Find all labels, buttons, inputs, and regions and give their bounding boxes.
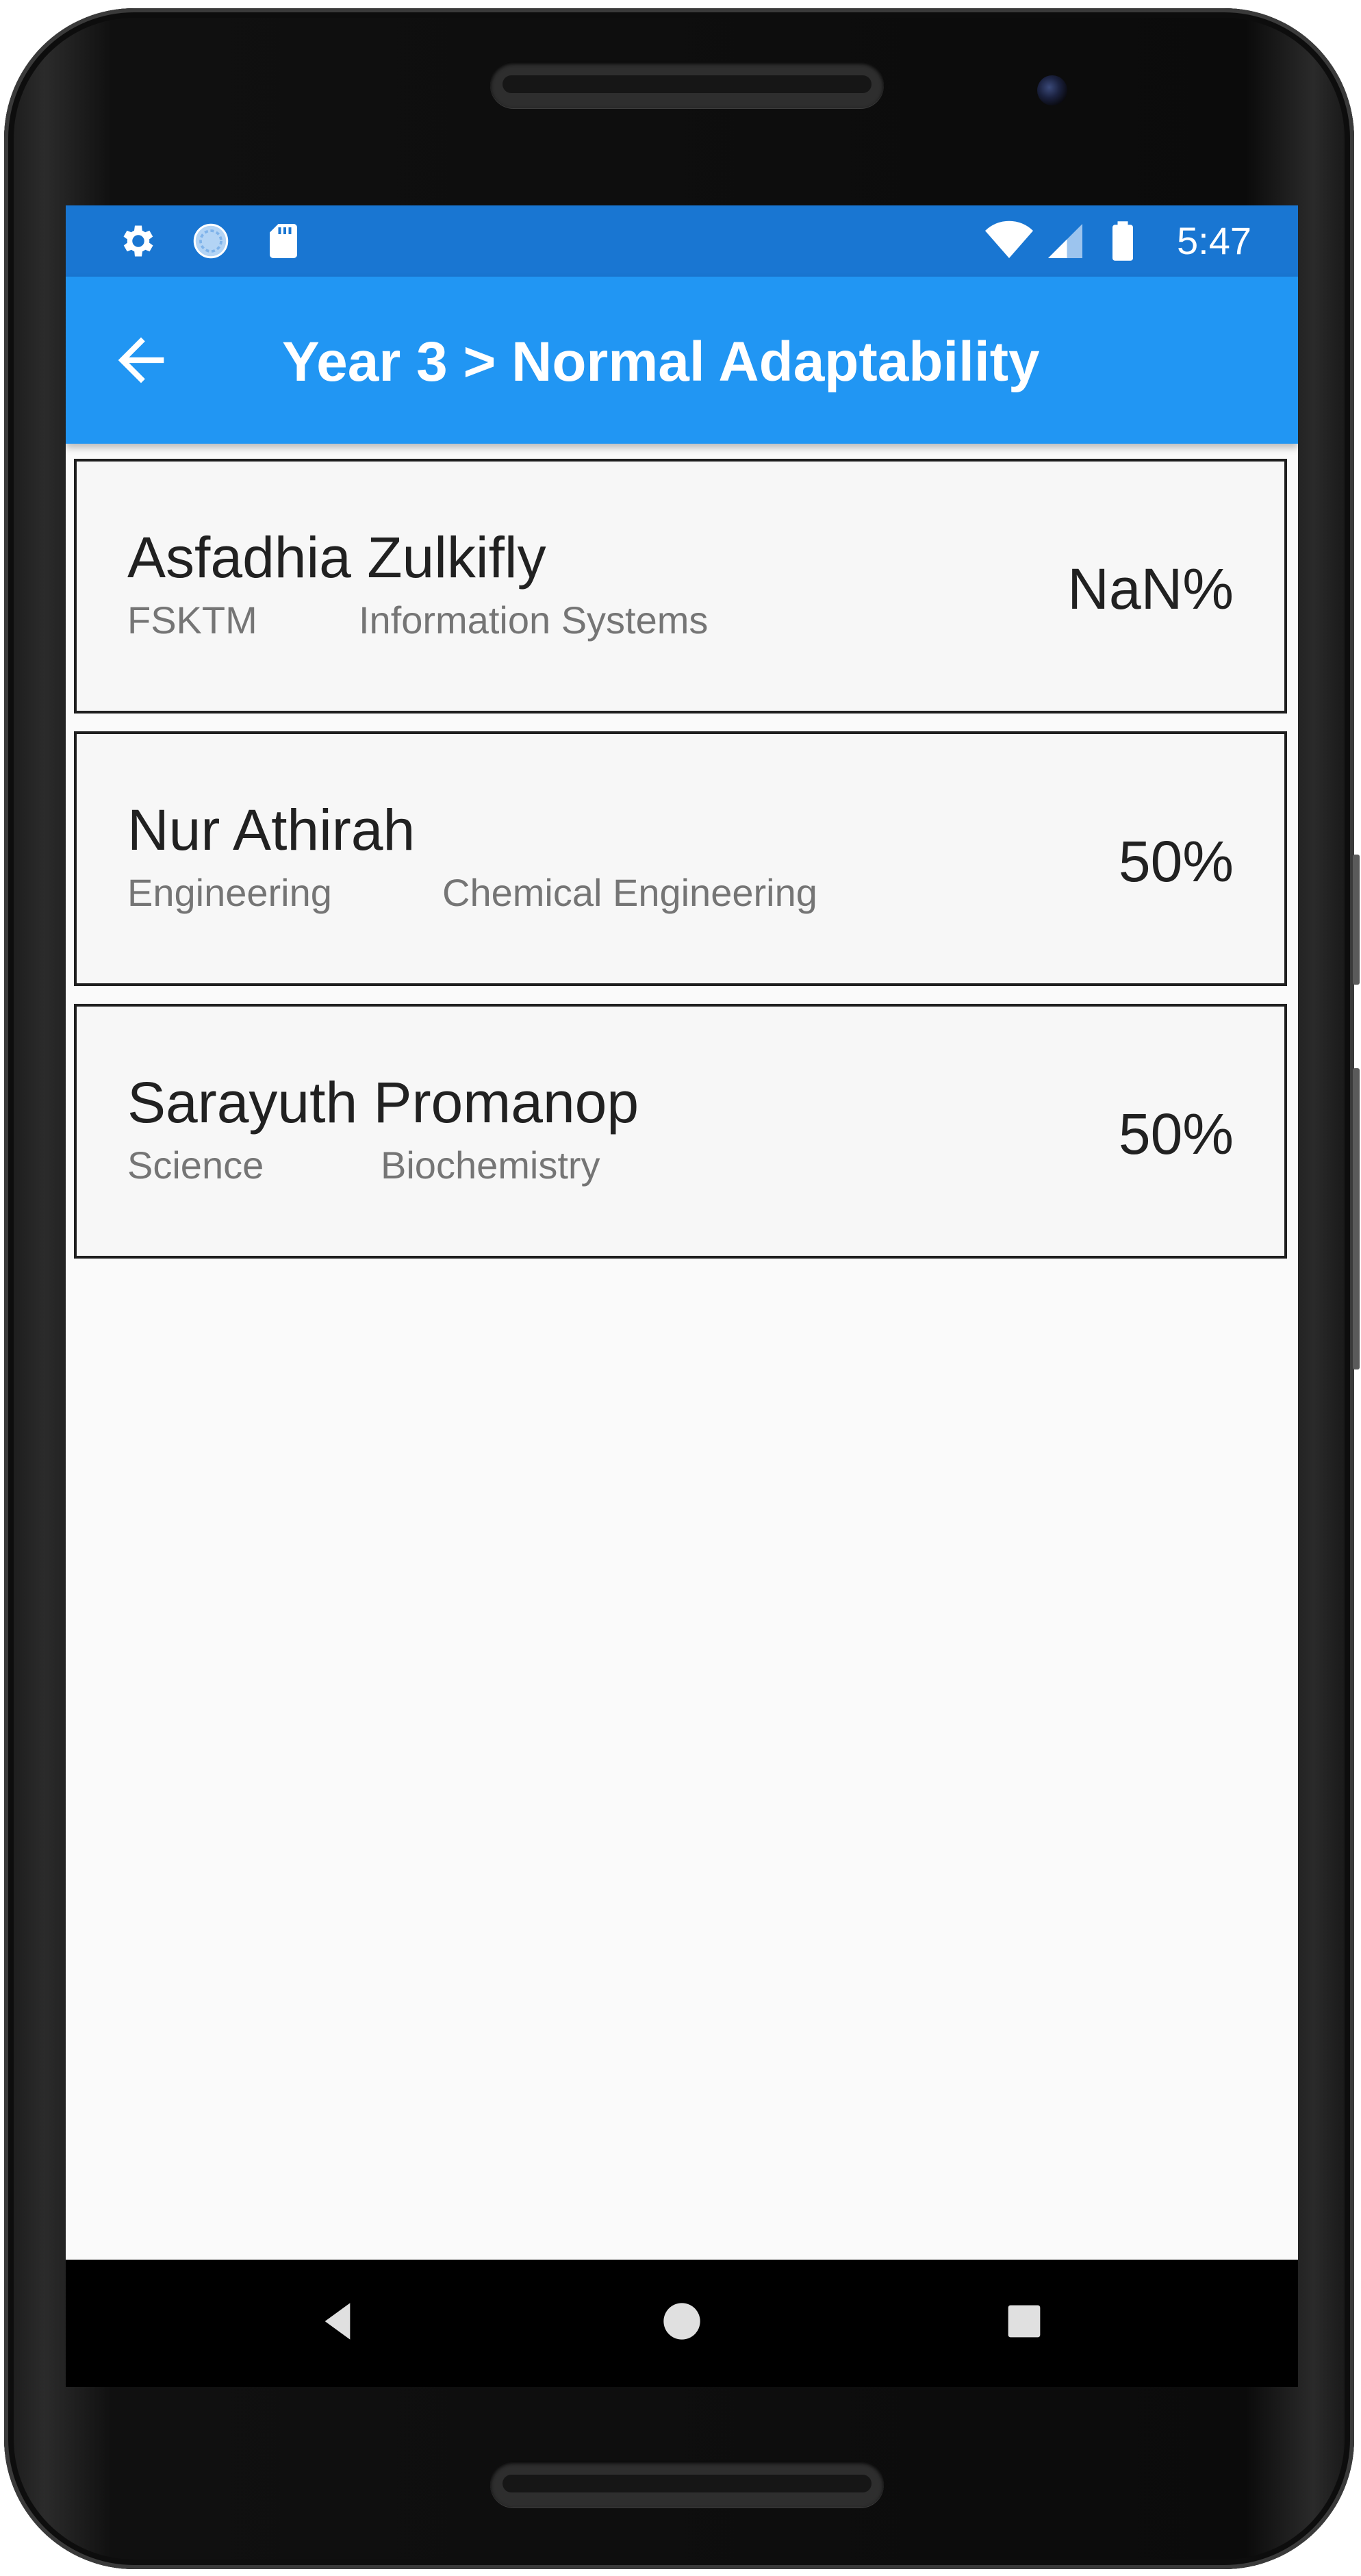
student-score: 50%: [1118, 1102, 1234, 1166]
battery-icon: [1112, 221, 1133, 261]
top-speaker-grille: [490, 62, 884, 108]
gear-icon: [123, 225, 153, 257]
sd-card-icon: [270, 224, 297, 258]
student-name: Asfadhia Zulkifly: [127, 525, 546, 590]
sync-icon: [193, 223, 229, 259]
student-name: Sarayuth Promanop: [127, 1070, 639, 1135]
student-program: Information Systems: [359, 598, 709, 642]
student-score: NaN%: [1067, 557, 1234, 621]
student-program: Chemical Engineering: [442, 871, 817, 914]
student-faculty: FSKTM: [127, 598, 257, 642]
student-card[interactable]: Asfadhia Zulkifly FSKTM Information Syst…: [74, 459, 1287, 714]
student-list: Asfadhia Zulkifly FSKTM Information Syst…: [74, 459, 1290, 1276]
student-faculty: Engineering: [127, 871, 332, 914]
student-card[interactable]: Sarayuth Promanop Science Biochemistry 5…: [74, 1004, 1287, 1259]
arrow-back-icon: [118, 337, 164, 383]
phone-screen: 5:47 Year 3 > Normal Adaptability Asfadh…: [66, 205, 1298, 2387]
student-faculty: Science: [127, 1144, 264, 1187]
wifi-icon: [985, 220, 1033, 258]
navigation-bar: [66, 2260, 1298, 2387]
status-time: 5:47: [1177, 219, 1251, 262]
student-program: Biochemistry: [381, 1144, 600, 1187]
bottom-speaker-grille: [490, 2461, 884, 2508]
student-score: 50%: [1118, 829, 1234, 894]
volume-button[interactable]: [1353, 855, 1360, 985]
page-title: Year 3 > Normal Adaptability: [282, 331, 1040, 393]
home-circle-icon: [663, 2303, 700, 2340]
signal-icon: [1048, 224, 1082, 258]
student-card[interactable]: Nur Athirah Engineering Chemical Enginee…: [74, 731, 1287, 986]
student-name: Nur Athirah: [127, 798, 416, 862]
back-button[interactable]: [107, 326, 175, 394]
recents-square-icon: [1008, 2305, 1041, 2338]
nav-recents-button[interactable]: [997, 2294, 1052, 2349]
nav-home-button[interactable]: [654, 2294, 709, 2349]
back-triangle-icon: [325, 2303, 351, 2340]
status-bar: 5:47: [66, 205, 1298, 277]
app-bar: Year 3 > Normal Adaptability: [66, 277, 1298, 444]
power-button[interactable]: [1353, 1068, 1360, 1369]
nav-back-button[interactable]: [314, 2294, 368, 2349]
front-camera: [1037, 75, 1067, 105]
